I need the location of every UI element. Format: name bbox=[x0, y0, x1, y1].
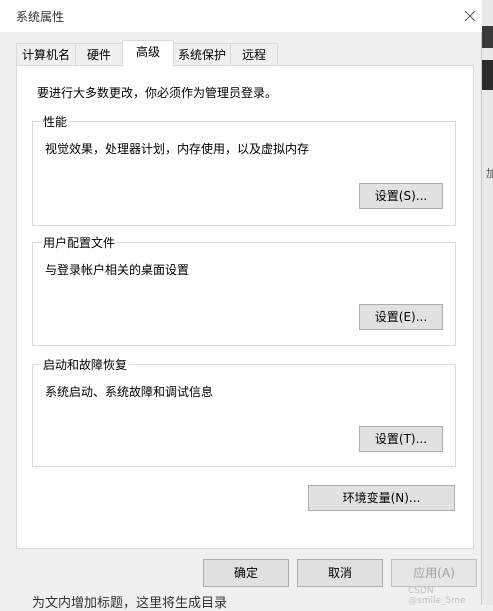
tab-computer-name[interactable]: 计算机名 bbox=[16, 43, 76, 65]
background-window bbox=[482, 0, 493, 605]
tab-hardware[interactable]: 硬件 bbox=[75, 43, 123, 65]
cancel-button[interactable]: 取消 bbox=[297, 559, 383, 587]
performance-group: 性能 视觉效果，处理器计划，内存使用，以及虚拟内存 设置(S)... bbox=[32, 113, 456, 226]
close-button[interactable] bbox=[458, 4, 482, 28]
ok-button[interactable]: 确定 bbox=[203, 559, 289, 587]
apply-button[interactable]: 应用(A) bbox=[391, 559, 477, 587]
performance-group-title: 性能 bbox=[41, 113, 70, 130]
performance-settings-button[interactable]: 设置(S)... bbox=[359, 183, 443, 209]
window-title: 系统属性 bbox=[16, 10, 65, 24]
title-bar: 系统属性 bbox=[0, 0, 482, 32]
advanced-tab-panel: 要进行大多数更改，你必须作为管理员登录。 性能 视觉效果，处理器计划，内存使用，… bbox=[16, 65, 474, 549]
user-profiles-group: 用户配置文件 与登录帐户相关的桌面设置 设置(E)... bbox=[32, 234, 456, 346]
startup-recovery-group: 启动和故障恢复 系统启动、系统故障和调试信息 设置(T)... bbox=[32, 356, 456, 467]
startup-recovery-settings-button[interactable]: 设置(T)... bbox=[359, 426, 443, 452]
watermark: CSDN @smile_5me bbox=[408, 586, 466, 606]
admin-note: 要进行大多数更改，你必须作为管理员登录。 bbox=[37, 86, 278, 100]
close-icon bbox=[464, 10, 476, 22]
environment-variables-button[interactable]: 环境变量(N)... bbox=[308, 485, 455, 511]
user-profiles-settings-button[interactable]: 设置(E)... bbox=[359, 304, 443, 330]
user-profiles-group-title: 用户配置文件 bbox=[41, 234, 118, 251]
system-properties-dialog: 系统属性 计算机名 硬件 高级 系统保护 远程 要进行大多数更改，你必须作为管理… bbox=[0, 0, 482, 605]
background-toolbar bbox=[482, 26, 493, 48]
background-edge-text: 加 bbox=[486, 167, 493, 180]
tab-remote[interactable]: 远程 bbox=[230, 43, 278, 65]
background-document-text: 为文内增加标题，这里将生成目录 bbox=[32, 596, 228, 611]
tab-advanced[interactable]: 高级 bbox=[122, 40, 174, 67]
background-toolbar-2 bbox=[482, 60, 493, 90]
tab-system-protection[interactable]: 系统保护 bbox=[173, 43, 231, 65]
startup-recovery-description: 系统启动、系统故障和调试信息 bbox=[45, 385, 214, 399]
startup-recovery-group-title: 启动和故障恢复 bbox=[41, 356, 130, 373]
performance-description: 视觉效果，处理器计划，内存使用，以及虚拟内存 bbox=[45, 142, 310, 156]
user-profiles-description: 与登录帐户相关的桌面设置 bbox=[45, 263, 190, 277]
